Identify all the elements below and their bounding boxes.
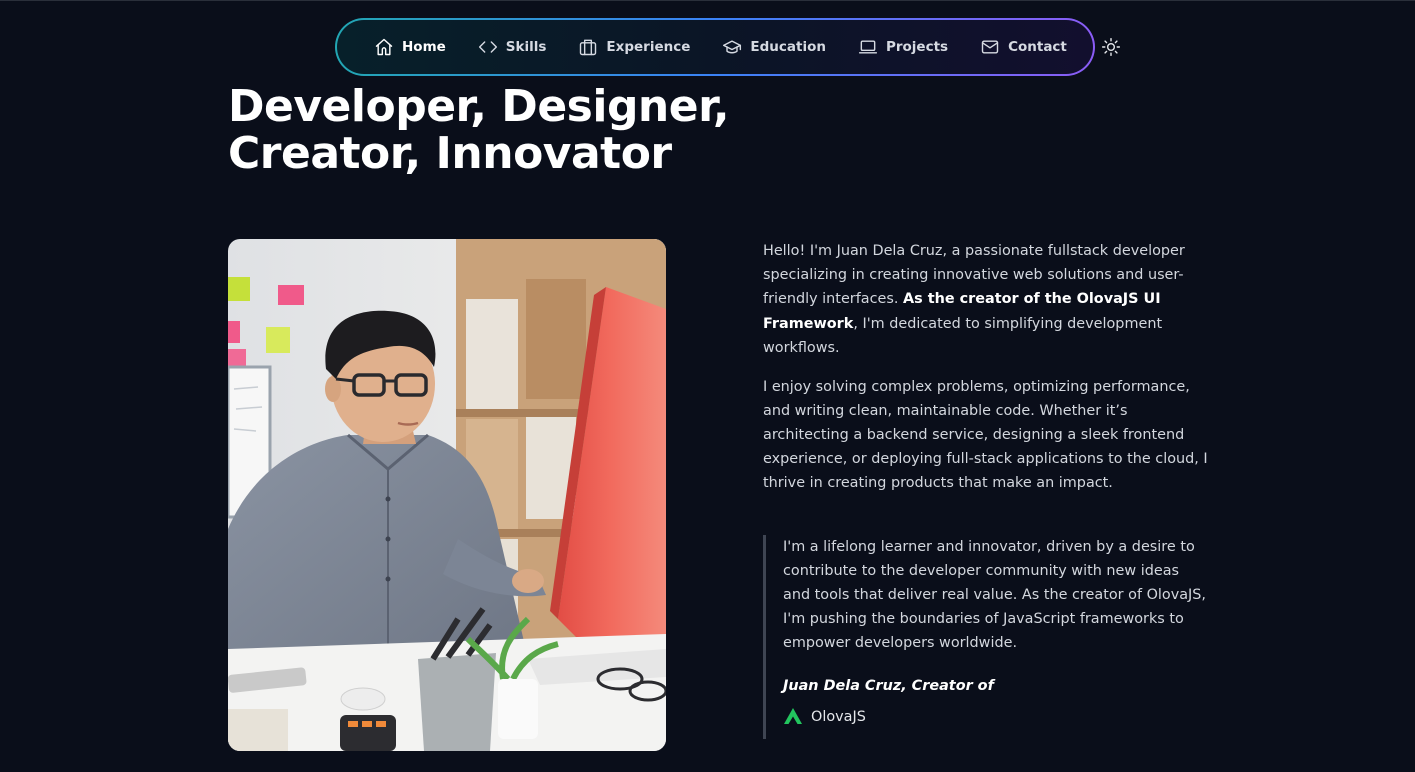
nav-item-label: Contact <box>1008 39 1067 55</box>
nav-item-contact[interactable]: Contact <box>980 37 1067 57</box>
nav-item-skills[interactable]: Skills <box>478 37 547 57</box>
nav-item-label: Skills <box>505 39 547 55</box>
nav-bar-border: Home Skills Experience Education Project… <box>335 18 1120 76</box>
olovajs-logo-icon <box>784 708 802 724</box>
nav-item-label: Home <box>402 39 446 55</box>
nav-item-label: Experience <box>606 39 691 55</box>
briefcase-icon <box>580 39 597 56</box>
main-nav: Home Skills Experience Education Project… <box>337 20 1120 74</box>
nav-item-experience[interactable]: Experience <box>578 37 690 57</box>
headline-line-1: Developer, Designer, <box>228 81 730 132</box>
nav-item-label: Education <box>750 39 826 55</box>
sun-icon <box>1101 37 1120 57</box>
profile-photo <box>228 239 666 751</box>
nav-item-home[interactable]: Home <box>374 37 446 57</box>
home-icon <box>375 38 393 56</box>
bio-paragraph-2: I enjoy solving complex problems, optimi… <box>763 378 1208 492</box>
brand-name: OlovaJS <box>811 709 866 725</box>
nav-item-projects[interactable]: Projects <box>858 37 948 57</box>
code-icon <box>478 41 497 53</box>
graduation-cap-icon <box>723 40 742 54</box>
laptop-icon <box>858 40 878 54</box>
bio-paragraph-1: Hello! I'm Juan Dela Cruz, a passionate … <box>763 239 1208 360</box>
olovajs-brand-link[interactable]: OlovaJS <box>783 707 1208 727</box>
mail-icon <box>981 40 999 54</box>
hero-headline: Developer, Designer, Creator, Innovator <box>228 83 748 177</box>
quote-block: I'm a lifelong learner and innovator, dr… <box>763 535 1208 739</box>
quote-author: Juan Dela Cruz, Creator of <box>783 678 994 694</box>
nav-item-label: Projects <box>885 39 949 55</box>
quote-text: I'm a lifelong learner and innovator, dr… <box>783 539 1207 651</box>
headline-line-2: Creator, Innovator <box>228 128 672 179</box>
nav-item-education[interactable]: Education <box>722 37 826 57</box>
theme-toggle-button[interactable] <box>1101 37 1121 57</box>
bio-section: Hello! I'm Juan Dela Cruz, a passionate … <box>763 239 1208 510</box>
developer-photo-illustration <box>228 239 666 751</box>
